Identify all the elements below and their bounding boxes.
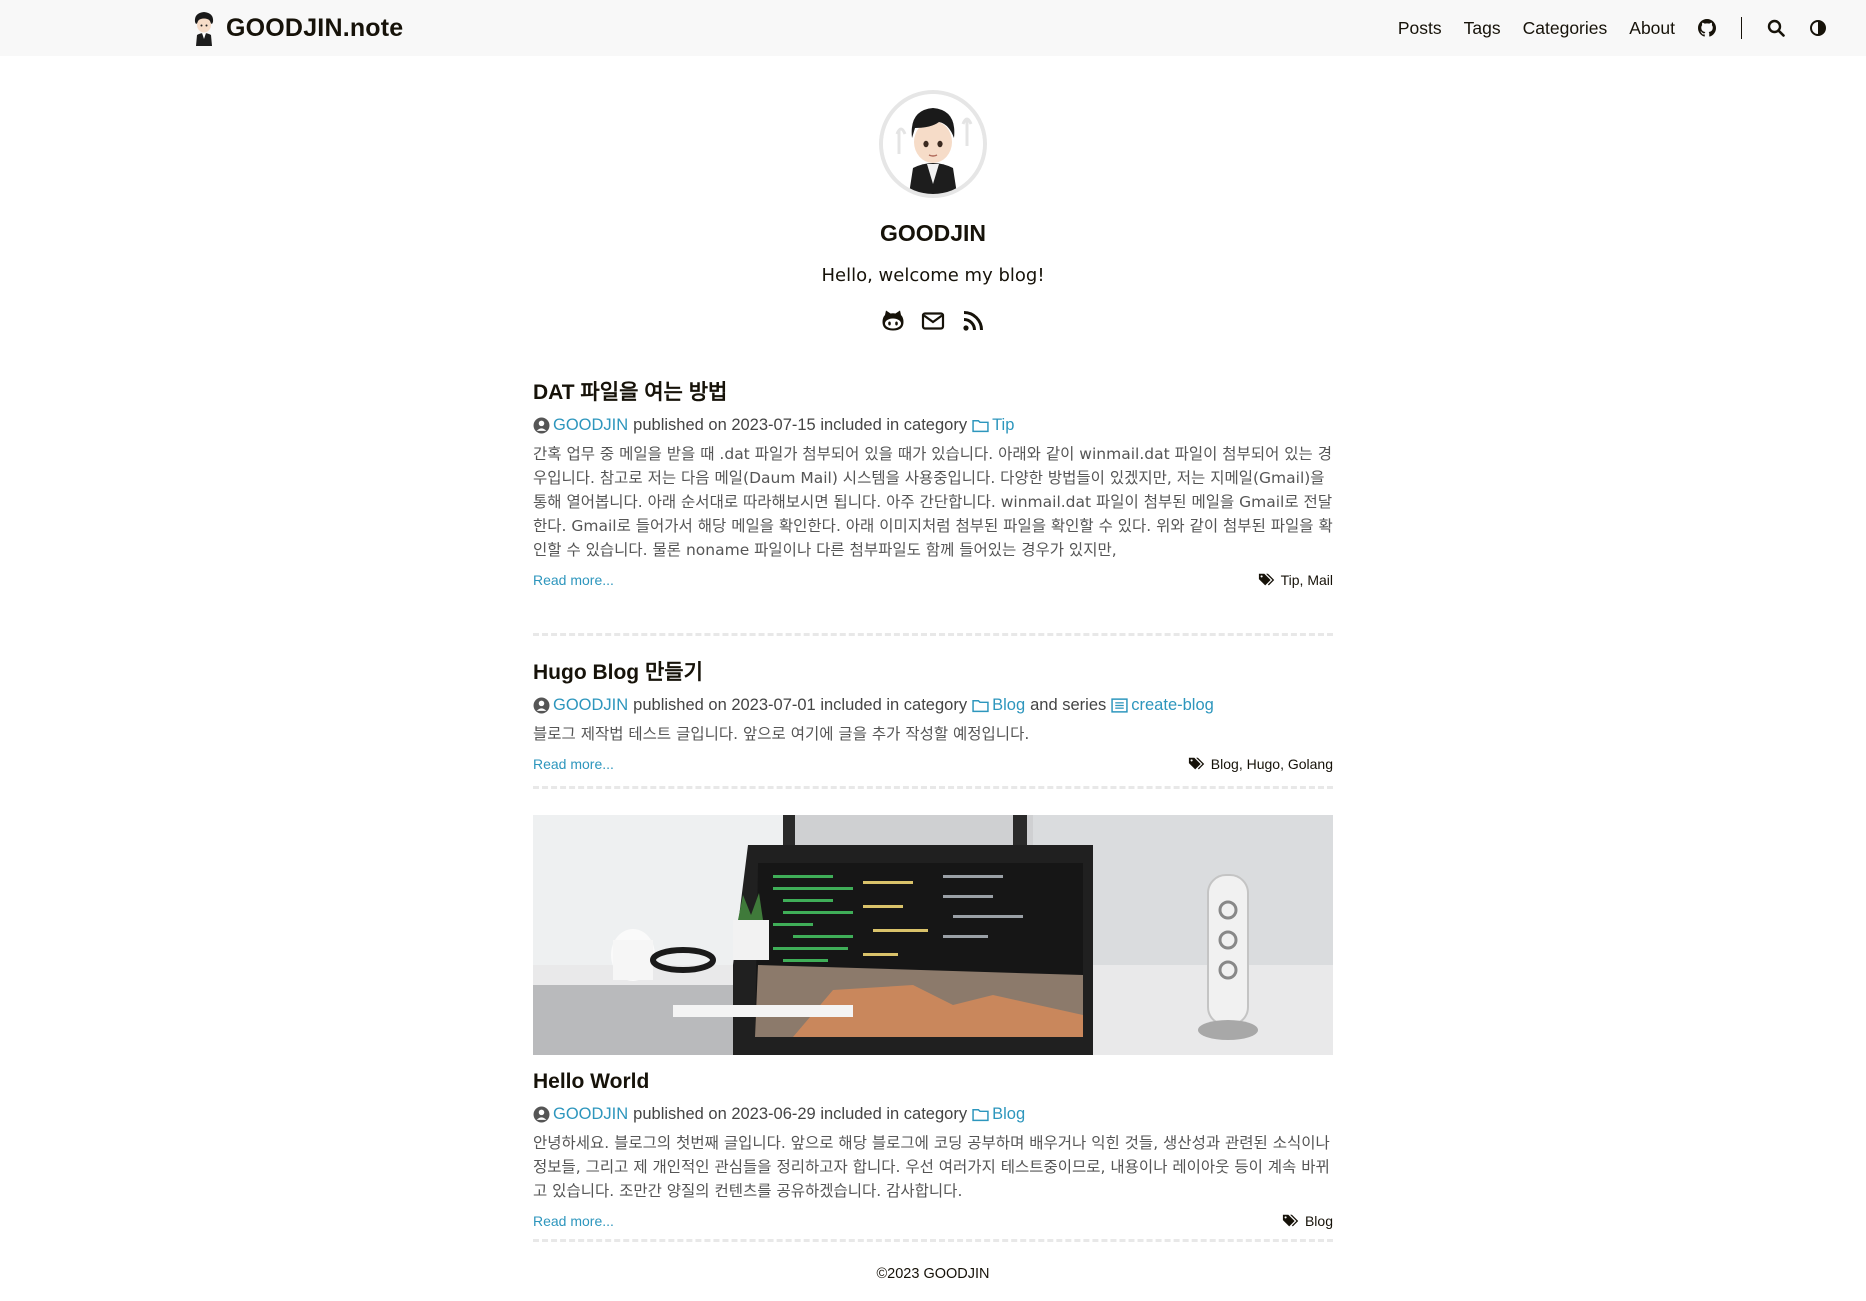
post-category: Blog [992, 1105, 1026, 1123]
profile-avatar [879, 90, 987, 198]
user-circle-icon [533, 1106, 550, 1122]
post-series-link[interactable]: create-blog [1111, 694, 1214, 716]
menu-item-posts[interactable]: Posts [1398, 18, 1442, 39]
mail-icon[interactable] [920, 308, 946, 334]
profile-subtitle: Hello, welcome my blog! [821, 265, 1045, 286]
post-title[interactable]: Hello World [533, 1067, 1333, 1097]
rss-icon[interactable] [960, 308, 986, 334]
post-title[interactable]: DAT 파일을 여는 방법 [533, 378, 1333, 408]
post-published: published on 2023-07-15 included in cate… [633, 416, 968, 434]
post-category-link[interactable]: Tip [972, 414, 1014, 436]
post-series: create-blog [1131, 696, 1214, 714]
post-category: Tip [992, 416, 1015, 434]
post-series-text: and series [1030, 696, 1107, 714]
copyright-text: ©2023 GOODJIN [876, 1266, 990, 1282]
read-more-link[interactable]: Read more... [533, 572, 614, 588]
post-author: GOODJIN [553, 416, 629, 434]
site-header: GOODJIN.note Posts Tags Categories About [0, 0, 1866, 56]
post-author: GOODJIN [553, 696, 629, 714]
post-published: published on 2023-06-29 included in cate… [633, 1105, 968, 1123]
folder-icon [972, 419, 989, 432]
read-more-link[interactable]: Read more... [533, 756, 614, 772]
post-cover-image[interactable] [533, 815, 1333, 1055]
avatar-illustration [883, 94, 983, 194]
social-links [533, 308, 1333, 334]
post-tags: Blog [1282, 1213, 1333, 1229]
tags-icon [1188, 757, 1204, 770]
post-category-link[interactable]: Blog [972, 1103, 1025, 1125]
post-list: DAT 파일을 여는 방법 GOODJIN published on 2023-… [533, 378, 1333, 1242]
list-icon [1111, 697, 1128, 713]
folder-icon [972, 699, 989, 712]
post-summary: 블로그 제작법 테스트 글입니다. 앞으로 여기에 글을 추가 작성할 예정입니… [533, 725, 1030, 743]
post-summary: 간혹 업무 중 메일을 받을 때 .dat 파일가 첨부되어 있을 때가 있습니… [533, 445, 1333, 559]
post-footer: Read more... Blog [533, 1203, 1333, 1239]
post-category: Blog [992, 696, 1026, 714]
github-icon[interactable] [880, 308, 906, 334]
menu-item-tags[interactable]: Tags [1464, 18, 1501, 39]
post-card: DAT 파일을 여는 방법 GOODJIN published on 2023-… [533, 378, 1333, 636]
read-more-link[interactable]: Read more... [533, 1213, 614, 1229]
main-menu: Posts Tags Categories About [1398, 0, 1828, 56]
folder-icon [972, 1108, 989, 1121]
search-icon[interactable] [1766, 18, 1786, 38]
tag-links[interactable]: Tip, Mail [1281, 572, 1333, 588]
theme-toggle-icon[interactable] [1808, 18, 1828, 38]
menu-item-about[interactable]: About [1629, 18, 1675, 39]
tags-icon [1282, 1214, 1299, 1227]
github-icon[interactable] [1697, 18, 1717, 38]
post-author-link[interactable]: GOODJIN [533, 694, 628, 716]
post-meta: GOODJIN published on 2023-06-29 included… [533, 1103, 1333, 1125]
post-card: Hello World GOODJIN published on 2023-06… [533, 815, 1333, 1242]
post-footer: Read more... Tip, Mail [533, 562, 1333, 598]
user-circle-icon [533, 697, 550, 713]
post-summary: 안녕하세요. 블로그의 첫번째 글입니다. 앞으로 해당 블로그에 코딩 공부하… [533, 1134, 1330, 1200]
profile-name: GOODJIN [879, 220, 987, 246]
tags-icon [1258, 573, 1274, 586]
post-title[interactable]: Hugo Blog 만들기 [533, 658, 1333, 688]
menu-divider [1741, 17, 1742, 39]
tag-links[interactable]: Blog [1305, 1213, 1333, 1229]
post-meta: GOODJIN published on 2023-07-15 included… [533, 414, 1333, 436]
post-card: Hugo Blog 만들기 GOODJIN published on 2023-… [533, 658, 1333, 789]
post-published: published on 2023-07-01 included in cate… [633, 696, 968, 714]
post-author-link[interactable]: GOODJIN [533, 1103, 628, 1125]
user-circle-icon [533, 417, 550, 433]
tag-links[interactable]: Blog, Hugo, Golang [1211, 756, 1333, 772]
menu-item-categories[interactable]: Categories [1523, 18, 1608, 39]
profile-section: GOODJIN Hello, welcome my blog! [533, 90, 1333, 334]
post-author: GOODJIN [553, 1105, 629, 1123]
brand-link[interactable]: GOODJIN.note [190, 9, 403, 47]
brand-title: GOODJIN.note [226, 13, 404, 42]
post-footer: Read more... Blog, Hugo, Golang [533, 746, 1333, 782]
post-category-link[interactable]: Blog [972, 694, 1025, 716]
post-meta: GOODJIN published on 2023-07-01 included… [533, 694, 1333, 716]
site-footer: ©2023 GOODJIN [533, 1266, 1333, 1282]
post-tags: Blog, Hugo, Golang [1188, 756, 1333, 772]
brand-avatar-icon [194, 12, 214, 46]
post-author-link[interactable]: GOODJIN [533, 414, 628, 436]
post-tags: Tip, Mail [1258, 572, 1333, 588]
